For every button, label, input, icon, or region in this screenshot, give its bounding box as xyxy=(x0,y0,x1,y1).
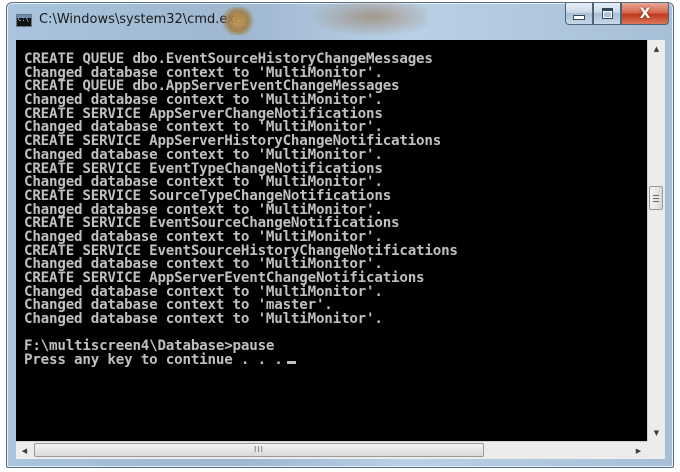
grip-line xyxy=(653,200,659,202)
console-text: CREATE QUEUE dbo.EventSourceHistoryChang… xyxy=(16,40,647,368)
aero-glass-blur-2 xyxy=(307,3,427,37)
scroll-left-arrow-icon[interactable]: ◀ xyxy=(16,442,33,459)
cmd-window: C:\ C:\Windows\system32\cmd.exe X CREATE… xyxy=(6,2,674,468)
scroll-down-arrow-icon[interactable]: ▼ xyxy=(648,424,665,441)
console-line: Changed database context to 'MultiMonito… xyxy=(24,311,383,328)
maximize-icon xyxy=(601,8,613,19)
close-icon: X xyxy=(639,5,651,22)
minimize-icon xyxy=(573,15,585,20)
grip-line xyxy=(653,194,659,196)
aero-glass-blur xyxy=(221,7,255,35)
grip-line xyxy=(653,197,659,199)
scrollbar-corner xyxy=(647,441,665,459)
console-line: Press any key to continue . . . xyxy=(24,353,647,368)
close-button[interactable]: X xyxy=(621,3,669,25)
horizontal-scroll-thumb[interactable]: III xyxy=(34,443,484,457)
scroll-right-arrow-icon[interactable]: ▶ xyxy=(630,442,647,459)
grip-icon: III xyxy=(253,445,265,454)
minimize-button[interactable] xyxy=(565,3,593,25)
vertical-scroll-thumb[interactable] xyxy=(649,186,663,210)
vertical-scrollbar[interactable]: ▲ ▼ xyxy=(647,40,665,441)
horizontal-scrollbar[interactable]: ◀ III ▶ xyxy=(16,441,647,459)
window-title: C:\Windows\system32\cmd.exe xyxy=(39,12,243,27)
title-bar[interactable]: C:\ C:\Windows\system32\cmd.exe X xyxy=(7,3,673,43)
maximize-button[interactable] xyxy=(593,3,621,25)
cmd-icon[interactable]: C:\ xyxy=(16,14,32,27)
text-cursor xyxy=(286,361,296,365)
scroll-up-arrow-icon[interactable]: ▲ xyxy=(648,40,665,57)
caption-buttons: X xyxy=(565,3,669,27)
console-output[interactable]: CREATE QUEUE dbo.EventSourceHistoryChang… xyxy=(16,40,647,441)
